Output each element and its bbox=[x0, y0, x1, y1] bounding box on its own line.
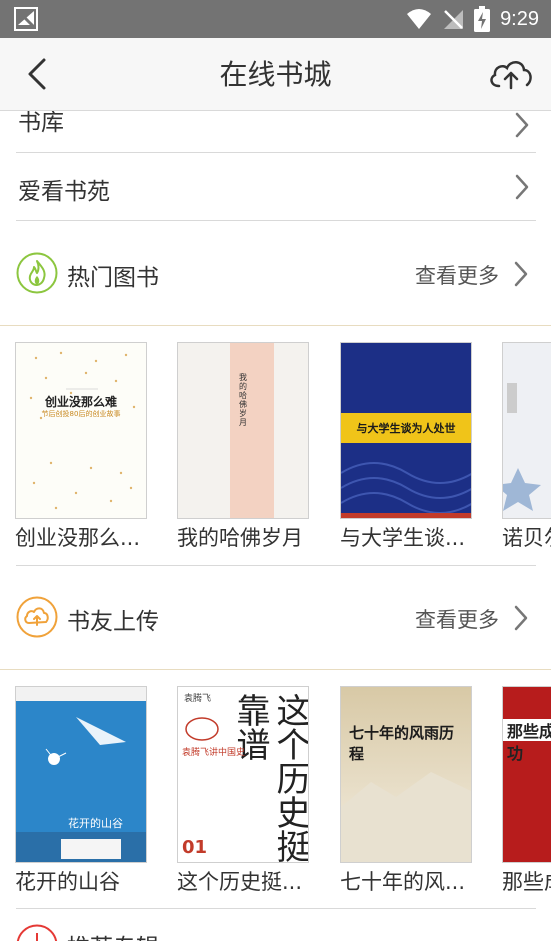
flame-icon bbox=[16, 252, 58, 294]
cover-art bbox=[29, 351, 136, 510]
section-title: 推荐专辑 bbox=[67, 928, 159, 941]
book-cover: 七十年的风雨历程 bbox=[340, 686, 472, 863]
section-header-hot-books[interactable]: 热门图书 查看更多 bbox=[0, 228, 551, 318]
cover-number: 01 bbox=[182, 837, 208, 858]
book-title: 七十年的风... bbox=[340, 870, 466, 894]
section-title: 热门图书 bbox=[67, 265, 159, 291]
cover-subtitle: 节后创投80后的创业故事 bbox=[41, 410, 121, 418]
battery-charging-icon bbox=[474, 6, 491, 32]
page-title: 在线书城 bbox=[219, 58, 332, 91]
chevron-right-icon bbox=[514, 605, 528, 631]
status-bar: 9:29 bbox=[0, 0, 551, 38]
clock: 9:29 bbox=[500, 7, 539, 30]
book-card[interactable]: 诺贝尔 bbox=[502, 342, 551, 550]
book-cover: 与大学生谈为人处世 bbox=[340, 342, 472, 519]
book-cover: 花开的山谷 bbox=[15, 686, 147, 863]
section-divider bbox=[0, 669, 551, 670]
book-card[interactable]: 七十年的风雨历程 七十年的风... bbox=[340, 686, 472, 894]
cover-art bbox=[341, 687, 471, 862]
book-card[interactable]: 花开的山谷 花开的山谷 bbox=[15, 686, 147, 894]
cover-title: 花开的山谷 bbox=[68, 817, 123, 830]
book-cover: 我的哈佛岁月 bbox=[177, 342, 309, 519]
see-more-link[interactable]: 查看更多 bbox=[415, 604, 499, 634]
book-card[interactable]: 与大学生谈为人处世 与大学生谈... bbox=[340, 342, 472, 550]
see-more-link[interactable]: 查看更多 bbox=[415, 260, 499, 290]
book-card[interactable]: 创业没那么难 节后创投80后的创业故事 创业没那么... bbox=[15, 342, 147, 550]
cover-art bbox=[503, 383, 541, 511]
elephant-illustration bbox=[185, 717, 219, 741]
menu-item-shuku[interactable]: 书库 bbox=[16, 111, 536, 153]
book-title: 那些成 bbox=[502, 870, 551, 894]
cover-art bbox=[16, 687, 146, 862]
cover-title: 那些成功 bbox=[507, 722, 551, 763]
wifi-icon bbox=[407, 9, 432, 29]
cover-title: 创业没那么难 bbox=[44, 395, 117, 409]
book-cover: 袁腾飞 这个历史挺靠谱 袁腾飞讲中国史 01 bbox=[177, 686, 309, 863]
recommend-icon bbox=[16, 924, 58, 941]
no-sim-notification-icon bbox=[14, 7, 38, 31]
section-divider bbox=[0, 325, 551, 326]
book-title: 诺贝尔 bbox=[502, 526, 551, 550]
book-card[interactable]: 袁腾飞 这个历史挺靠谱 袁腾飞讲中国史 01 这个历史挺... bbox=[177, 686, 309, 894]
section-header-user-uploads[interactable]: 书友上传 查看更多 bbox=[0, 572, 551, 662]
cover-title: 这个历史挺靠谱 bbox=[230, 693, 309, 863]
book-title: 与大学生谈... bbox=[340, 526, 466, 550]
book-title: 花开的山谷 bbox=[15, 870, 120, 894]
book-cover: 创业没那么难 节后创投80后的创业故事 bbox=[15, 342, 147, 519]
chevron-right-icon bbox=[514, 261, 528, 287]
book-cover bbox=[502, 342, 551, 519]
user-uploads-row: 花开的山谷 花开的山谷 袁腾飞 这个历史挺靠谱 袁腾飞讲中国史 01 这个历史挺… bbox=[0, 686, 551, 926]
section-header-recommended-albums[interactable]: 推荐专辑 bbox=[0, 908, 551, 941]
book-title: 这个历史挺... bbox=[177, 870, 303, 894]
hot-books-row: 创业没那么难 节后创投80后的创业故事 创业没那么... 我的哈佛岁月 我的哈佛… bbox=[0, 342, 551, 582]
chevron-right-icon bbox=[515, 174, 529, 200]
cover-subtitle: 袁腾飞讲中国史 bbox=[182, 748, 246, 758]
menu-item-label: 爱看书苑 bbox=[18, 179, 110, 205]
book-card[interactable]: 我的哈佛岁月 我的哈佛岁月 bbox=[177, 342, 309, 550]
cloud-upload-icon[interactable] bbox=[487, 54, 535, 94]
cover-author: 袁腾飞 bbox=[184, 694, 212, 704]
app-header: 在线书城 bbox=[0, 38, 551, 111]
section-divider bbox=[16, 565, 536, 566]
cover-title: 我的哈佛岁月 bbox=[239, 373, 247, 427]
book-title: 创业没那么... bbox=[15, 526, 141, 550]
no-signal-icon bbox=[444, 10, 464, 29]
menu-item-label: 书库 bbox=[18, 111, 64, 136]
chevron-right-icon bbox=[515, 112, 529, 138]
book-card[interactable]: 那些成功 那些成 bbox=[502, 686, 551, 894]
cloud-upload-icon bbox=[16, 596, 58, 638]
cover-title: 七十年的风雨历程 bbox=[349, 724, 455, 763]
cover-title: 与大学生谈为人处世 bbox=[356, 422, 456, 435]
menu-item-aikan-shuyuan[interactable]: 爱看书苑 bbox=[16, 153, 536, 221]
book-title: 我的哈佛岁月 bbox=[177, 526, 303, 550]
section-title: 书友上传 bbox=[67, 609, 159, 635]
book-cover: 那些成功 bbox=[502, 686, 551, 863]
